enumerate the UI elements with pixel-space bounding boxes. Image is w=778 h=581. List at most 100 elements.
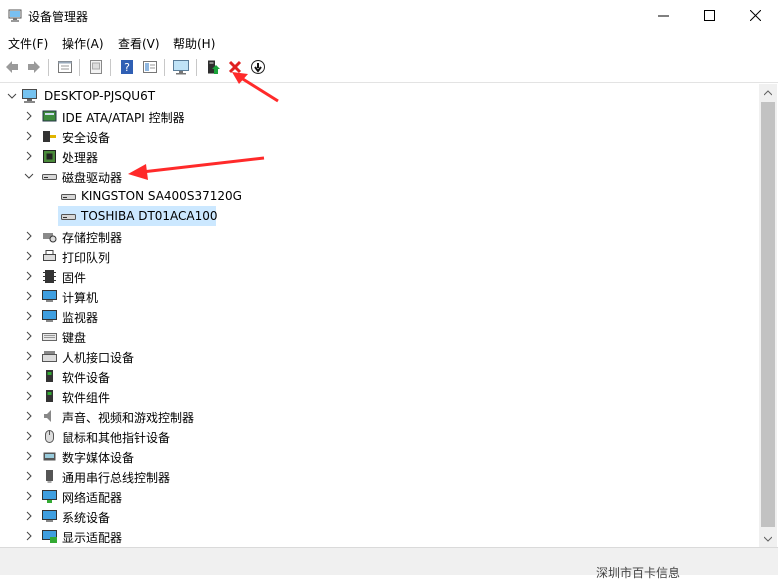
maximize-icon: [703, 10, 715, 21]
tree-item-label: 声音、视频和游戏控制器: [62, 411, 195, 425]
tree-device-item[interactable]: TOSHIBA DT01ACA100: [0, 206, 759, 226]
software-component-icon: [46, 390, 53, 402]
disable-device-button[interactable]: [248, 57, 268, 77]
expand-chevron-icon[interactable]: [23, 290, 35, 302]
expand-chevron-icon[interactable]: [23, 470, 35, 482]
tree-category-firmware[interactable]: 固件: [0, 266, 759, 286]
tree-item-label: 处理器: [62, 151, 99, 165]
uninstall-icon: [228, 60, 242, 74]
mouse-icon: [45, 430, 54, 443]
properties-button[interactable]: [55, 57, 75, 77]
expand-chevron-icon[interactable]: [23, 450, 35, 462]
tree-item-label: 软件设备: [62, 371, 111, 385]
tree-category-disk-drive[interactable]: 磁盘驱动器: [0, 166, 759, 186]
expand-chevron-icon[interactable]: [23, 530, 35, 542]
media-device-icon: [43, 452, 56, 461]
forward-button[interactable]: [24, 57, 44, 77]
maximize-button[interactable]: [686, 0, 732, 31]
printer-icon: [43, 250, 56, 261]
tree-category-computer[interactable]: 计算机: [0, 286, 759, 306]
expand-chevron-icon[interactable]: [23, 370, 35, 382]
tree-category-sound[interactable]: 声音、视频和游戏控制器: [0, 406, 759, 426]
menu-file[interactable]: 文件(F): [8, 35, 48, 52]
minimize-button[interactable]: [640, 0, 686, 31]
tree-item-label: 数字媒体设备: [62, 451, 135, 465]
tree-category-media-device[interactable]: 数字媒体设备: [0, 446, 759, 466]
menu-action[interactable]: 操作(A): [62, 35, 104, 52]
tree-category-software-component[interactable]: 软件组件: [0, 386, 759, 406]
disk-drive-icon: [42, 174, 57, 180]
collapse-chevron-icon[interactable]: [23, 170, 35, 182]
tree-category-hid[interactable]: 人机接口设备: [0, 346, 759, 366]
expand-chevron-icon[interactable]: [23, 490, 35, 502]
scroll-down-button[interactable]: [759, 530, 777, 547]
tree-device-item[interactable]: KINGSTON SA400S37120G: [0, 186, 759, 206]
uninstall-device-button[interactable]: [225, 57, 245, 77]
sound-icon: [44, 410, 51, 422]
close-icon: [749, 10, 761, 21]
tree-category-monitor[interactable]: 监视器: [0, 306, 759, 326]
tree-item-label: 网络适配器: [62, 491, 123, 505]
back-icon: [6, 61, 18, 73]
tree-category-network-adapter[interactable]: 网络适配器: [0, 486, 759, 506]
device-tree: DESKTOP-PJSQU6T IDE ATA/ATAPI 控制器安全设备处理器…: [0, 84, 759, 547]
menu-bar: 文件(F) 操作(A) 查看(V) 帮助(H): [0, 31, 778, 53]
expand-chevron-icon[interactable]: [23, 110, 35, 122]
show-hidden-button[interactable]: [86, 57, 106, 77]
disk-icon: [61, 194, 76, 200]
firmware-icon: [43, 270, 56, 283]
tree-category-security-device[interactable]: 安全设备: [0, 126, 759, 146]
forward-icon: [28, 61, 40, 73]
tree-category-keyboard[interactable]: 键盘: [0, 326, 759, 346]
view-icon: [143, 61, 157, 73]
tree-item-label: 监视器: [62, 311, 99, 325]
security-device-icon: [43, 131, 56, 142]
back-button[interactable]: [2, 57, 22, 77]
tree-item-label: 存储控制器: [62, 231, 123, 245]
scan-hardware-button[interactable]: [171, 57, 191, 77]
expand-chevron-icon[interactable]: [23, 430, 35, 442]
expand-chevron-icon[interactable]: [23, 230, 35, 242]
expand-chevron-icon[interactable]: [23, 350, 35, 362]
disk-icon: [61, 214, 76, 220]
vertical-scrollbar[interactable]: [759, 84, 777, 547]
tree-category-ide-controller[interactable]: IDE ATA/ATAPI 控制器: [0, 106, 759, 126]
tree-item-label: 人机接口设备: [62, 351, 135, 365]
tree-category-printer[interactable]: 打印队列: [0, 246, 759, 266]
collapse-chevron-icon[interactable]: [6, 90, 18, 102]
tree-category-storage-controller[interactable]: 存储控制器: [0, 226, 759, 246]
tree-category-usb[interactable]: 通用串行总线控制器: [0, 466, 759, 486]
tree-category-processor[interactable]: 处理器: [0, 146, 759, 166]
toolbar-separator: [164, 59, 165, 76]
expand-chevron-icon[interactable]: [23, 310, 35, 322]
storage-controller-icon: [43, 233, 57, 243]
update-driver-button[interactable]: [203, 57, 223, 77]
expand-chevron-icon[interactable]: [23, 270, 35, 282]
help-button[interactable]: ?: [117, 57, 137, 77]
menu-help[interactable]: 帮助(H): [173, 35, 215, 52]
expand-chevron-icon[interactable]: [23, 390, 35, 402]
tree-category-display-adapter[interactable]: 显示适配器: [0, 526, 759, 546]
usb-icon: [46, 470, 53, 483]
tree-category-mouse[interactable]: 鼠标和其他指针设备: [0, 426, 759, 446]
expand-chevron-icon[interactable]: [23, 510, 35, 522]
tree-category-system-device[interactable]: 系统设备: [0, 506, 759, 526]
expand-chevron-icon[interactable]: [23, 330, 35, 342]
scroll-up-icon: [764, 89, 772, 95]
tree-root[interactable]: DESKTOP-PJSQU6T: [0, 86, 759, 106]
scrollbar-thumb[interactable]: [761, 102, 775, 527]
tree-item-label: 安全设备: [62, 131, 111, 145]
close-button[interactable]: [732, 0, 778, 31]
toolbar-separator: [48, 59, 49, 76]
tree-category-software-device[interactable]: 软件设备: [0, 366, 759, 386]
expand-chevron-icon[interactable]: [23, 250, 35, 262]
menu-view[interactable]: 查看(V): [118, 35, 160, 52]
tree-item-label: 固件: [62, 271, 87, 285]
expand-chevron-icon[interactable]: [23, 410, 35, 422]
expand-chevron-icon[interactable]: [23, 150, 35, 162]
toolbar: ?: [0, 53, 778, 83]
scroll-up-button[interactable]: [759, 84, 777, 101]
expand-chevron-icon[interactable]: [23, 130, 35, 142]
view-button[interactable]: [140, 57, 160, 77]
processor-icon: [43, 150, 56, 163]
